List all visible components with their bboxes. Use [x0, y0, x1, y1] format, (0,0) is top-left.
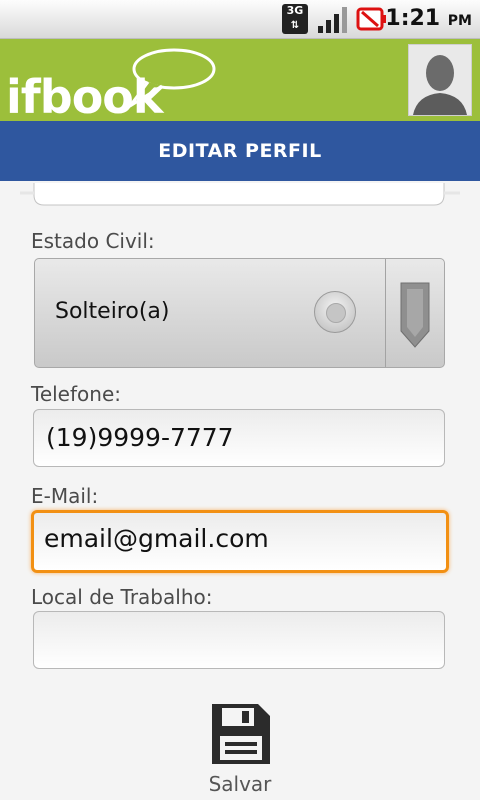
email-field[interactable]: email@gmail.com: [31, 510, 449, 573]
save-button[interactable]: Salvar: [205, 702, 275, 800]
estado-civil-value: Solteiro(a): [55, 299, 170, 324]
estado-civil-spinner[interactable]: Solteiro(a): [34, 258, 445, 368]
email-label: E-Mail:: [31, 484, 99, 508]
estado-civil-label: Estado Civil:: [31, 229, 155, 253]
local-trabalho-label: Local de Trabalho:: [31, 585, 213, 609]
telefone-field[interactable]: (19)9999-7777: [33, 409, 445, 467]
user-silhouette-icon: [413, 55, 467, 115]
local-trabalho-field[interactable]: [33, 611, 445, 669]
radio-icon: [314, 291, 356, 333]
network-3g-icon: 3G ⇅: [282, 4, 308, 34]
floppy-disk-icon: [212, 704, 270, 764]
avatar[interactable]: [408, 44, 472, 116]
dropdown-arrow-icon[interactable]: [397, 281, 433, 351]
signal-icon: [318, 7, 347, 33]
spinner-divider: [385, 259, 386, 367]
telefone-label: Telefone:: [31, 382, 121, 406]
page-title: EDITAR PERFIL: [0, 121, 480, 181]
previous-field-edge: [20, 183, 460, 206]
save-label: Salvar: [208, 772, 272, 796]
battery-alert-icon: [356, 7, 386, 31]
app-logo: ifbook: [6, 70, 164, 124]
status-bar: 3G ⇅ 1:21 PM: [0, 0, 480, 39]
clock: 1:21 PM: [385, 6, 472, 31]
